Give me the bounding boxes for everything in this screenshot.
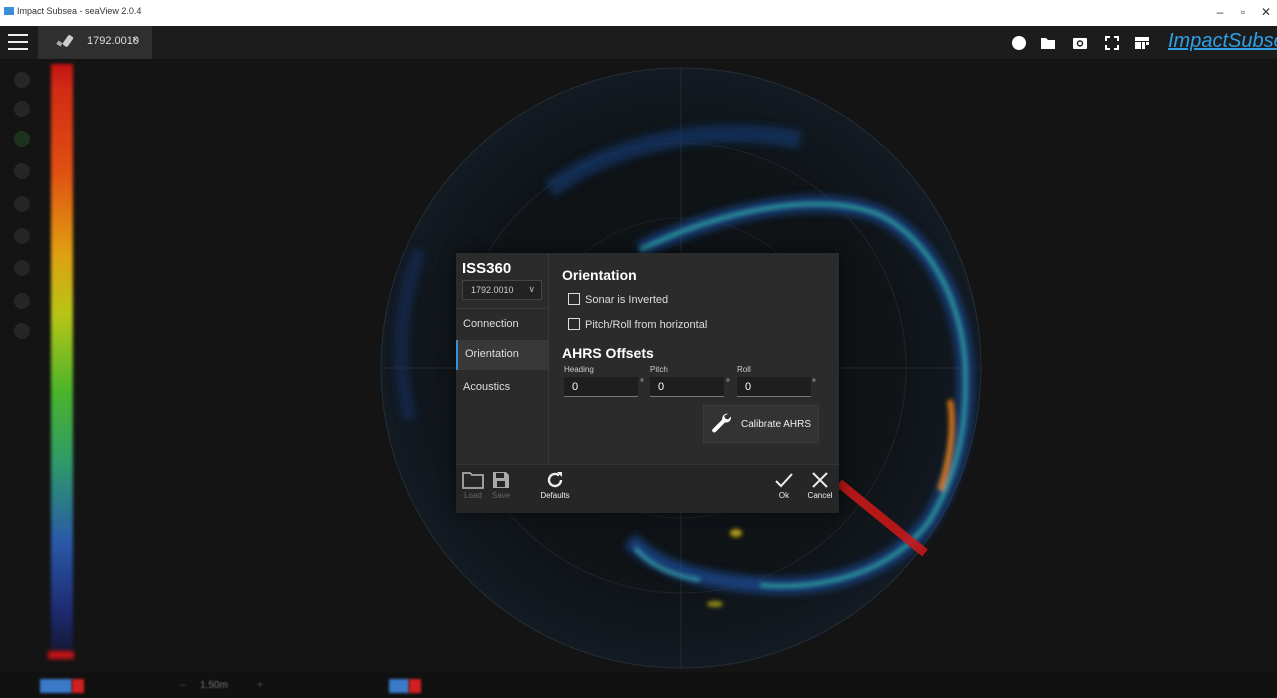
- heading-unit: °: [640, 378, 644, 389]
- zoom-out-icon[interactable]: [14, 323, 30, 339]
- intensity-colorbar[interactable]: [51, 64, 73, 660]
- sidebar-item-connection[interactable]: Connection: [456, 310, 548, 340]
- colorbar-handle[interactable]: [48, 651, 74, 659]
- close-icon: [812, 472, 828, 488]
- window-titlebar: Impact Subsea - seaView 2.0.4 – ▫ ✕: [0, 0, 1277, 26]
- record-icon[interactable]: [1011, 35, 1027, 51]
- gain-slider-fill[interactable]: [40, 679, 72, 693]
- zoom-in-icon[interactable]: [14, 293, 30, 309]
- range-value: 1.50m: [200, 680, 228, 691]
- sidebar-divider: [456, 308, 548, 309]
- gain-slider-handle[interactable]: [72, 679, 84, 693]
- minimize-button[interactable]: –: [1213, 5, 1227, 19]
- tool-2-icon[interactable]: [14, 101, 30, 117]
- pitch-value: 0: [658, 381, 665, 393]
- save-button[interactable]: Save: [489, 471, 513, 500]
- heading-label: Heading: [564, 365, 594, 374]
- roll-value: 0: [745, 381, 752, 393]
- bottom-status-bar: [0, 672, 1277, 698]
- pitch-roll-checkbox[interactable]: [568, 318, 580, 330]
- save-label: Save: [491, 491, 511, 500]
- restore-button[interactable]: ▫: [1236, 5, 1250, 19]
- tool-7-icon[interactable]: [14, 260, 30, 276]
- defaults-label: Defaults: [540, 491, 570, 500]
- sidebar-item-label: Connection: [463, 318, 519, 330]
- hamburger-menu-icon[interactable]: [8, 34, 28, 50]
- dialog-footer: Load Save Defaults Ok Cancel: [456, 464, 839, 513]
- refresh-icon: [547, 472, 563, 488]
- tool-3-icon[interactable]: [14, 131, 30, 147]
- chevron-down-icon: ∨: [528, 284, 535, 294]
- secondary-slider-fill[interactable]: [389, 679, 409, 693]
- sidebar-item-orientation[interactable]: Orientation: [456, 340, 548, 370]
- calibrate-ahrs-label: Calibrate AHRS: [741, 419, 812, 430]
- ahrs-offsets-title: AHRS Offsets: [562, 345, 654, 361]
- dialog-sidebar: ISS360 1792.0010 ∨ Connection Orientatio…: [456, 253, 549, 464]
- secondary-slider-handle[interactable]: [409, 679, 421, 693]
- orientation-title: Orientation: [562, 267, 637, 283]
- roll-label: Roll: [737, 365, 751, 374]
- brand-logo: ImpactSubsea: [1168, 30, 1277, 52]
- device-select-value: 1792.0010: [471, 285, 514, 295]
- folder-icon[interactable]: [1040, 35, 1056, 51]
- fullscreen-icon[interactable]: [1104, 35, 1120, 51]
- settings-dialog: ISS360 1792.0010 ∨ Connection Orientatio…: [456, 253, 839, 513]
- sonar-device-icon: [56, 35, 74, 47]
- calibrate-ahrs-button[interactable]: Calibrate AHRS: [703, 405, 819, 443]
- load-label: Load: [464, 491, 482, 500]
- sidebar-item-label: Acoustics: [463, 381, 511, 393]
- tool-5-icon[interactable]: [14, 196, 30, 212]
- load-button[interactable]: Load: [461, 471, 485, 500]
- heading-input[interactable]: 0: [564, 377, 638, 397]
- heading-value: 0: [572, 381, 579, 393]
- save-disk-icon: [493, 472, 509, 488]
- top-toolbar: 1792.0010 × ImpactSubsea: [0, 26, 1277, 59]
- roll-unit: °: [812, 378, 816, 389]
- checkmark-icon: [775, 473, 793, 488]
- pitch-label: Pitch: [650, 365, 668, 374]
- tool-1-icon[interactable]: [14, 72, 30, 88]
- sidebar-item-label: Orientation: [465, 348, 519, 360]
- folder-open-icon: [462, 472, 484, 489]
- sonar-inverted-checkbox[interactable]: [568, 293, 580, 305]
- tool-6-icon[interactable]: [14, 228, 30, 244]
- cancel-label: Cancel: [807, 491, 833, 500]
- defaults-button[interactable]: Defaults: [538, 471, 572, 500]
- pitch-input[interactable]: 0: [650, 377, 724, 397]
- ok-label: Ok: [778, 491, 790, 500]
- range-minus-button[interactable]: –: [180, 680, 186, 691]
- wrench-icon: [712, 413, 731, 433]
- range-plus-button[interactable]: +: [257, 680, 263, 691]
- device-select[interactable]: 1792.0010 ∨: [462, 280, 542, 300]
- sonar-inverted-label: Sonar is Inverted: [585, 294, 669, 306]
- layout-icon[interactable]: [1134, 35, 1150, 51]
- tab-device[interactable]: 1792.0010 ×: [38, 26, 152, 59]
- ok-button[interactable]: Ok: [774, 471, 794, 500]
- window-title: Impact Subsea - seaView 2.0.4: [17, 6, 142, 16]
- pitch-roll-label: Pitch/Roll from horizontal: [585, 319, 708, 331]
- app-icon: [4, 7, 14, 15]
- device-title: ISS360: [462, 260, 512, 277]
- close-window-button[interactable]: ✕: [1259, 5, 1273, 19]
- tab-close-icon[interactable]: ×: [132, 34, 138, 46]
- tool-4-icon[interactable]: [14, 163, 30, 179]
- roll-input[interactable]: 0: [737, 377, 811, 397]
- camera-icon[interactable]: [1072, 35, 1088, 51]
- sidebar-item-acoustics[interactable]: Acoustics: [456, 373, 548, 403]
- cancel-button[interactable]: Cancel: [805, 471, 835, 500]
- pitch-unit: °: [726, 378, 730, 389]
